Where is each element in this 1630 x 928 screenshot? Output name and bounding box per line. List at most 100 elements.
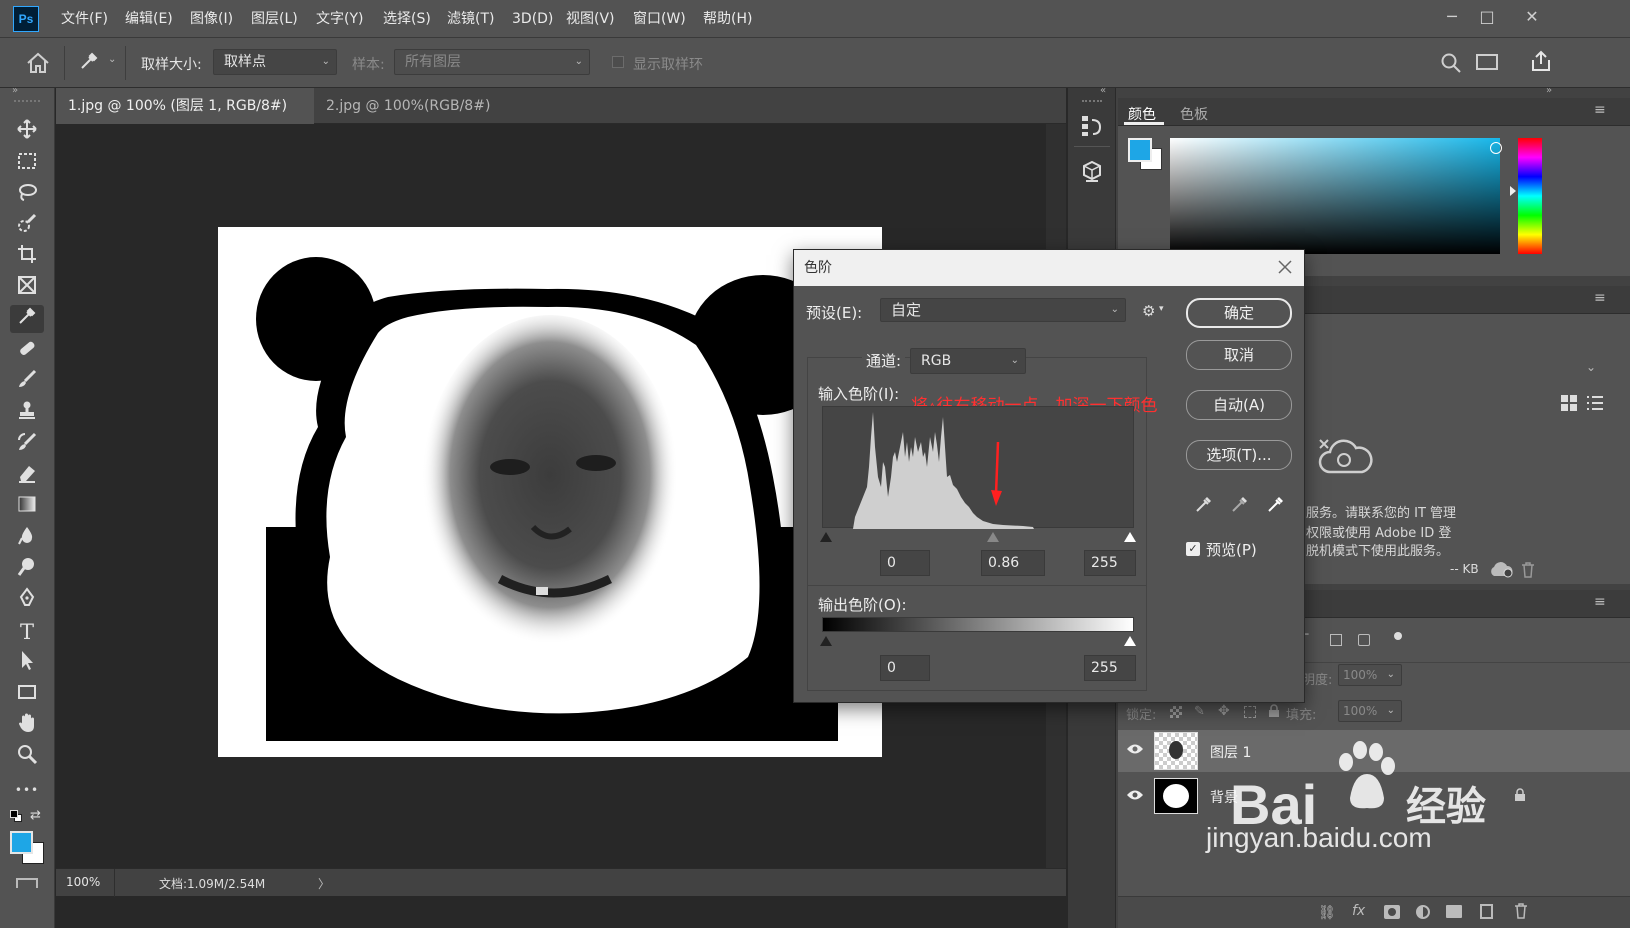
- output-white-slider[interactable]: [1124, 636, 1136, 646]
- close-window-button[interactable]: ✕: [1517, 4, 1547, 30]
- show-ring-checkbox[interactable]: [612, 56, 624, 68]
- tab-color[interactable]: 颜色: [1128, 104, 1156, 124]
- input-black-field[interactable]: 0: [880, 550, 930, 576]
- type-icon[interactable]: T: [10, 618, 44, 646]
- eraser-icon[interactable]: [10, 462, 44, 490]
- menu-file[interactable]: 文件(F): [61, 0, 108, 38]
- quick-mask-icon[interactable]: [16, 878, 38, 888]
- new-layer-icon[interactable]: [1480, 904, 1493, 919]
- zoom-level[interactable]: 100%: [66, 875, 100, 889]
- trash-icon[interactable]: [1521, 562, 1535, 582]
- menu-layer[interactable]: 图层(L): [251, 0, 298, 38]
- panel-menu-icon[interactable]: ≡: [1594, 290, 1606, 306]
- options-button[interactable]: 选项(T)...: [1186, 440, 1292, 470]
- quick-select-icon[interactable]: [10, 212, 44, 240]
- blur-icon[interactable]: [10, 524, 44, 552]
- pen-icon[interactable]: [10, 587, 44, 615]
- delete-layer-icon[interactable]: [1514, 903, 1528, 923]
- layer-row-1[interactable]: 图层 1: [1118, 730, 1630, 772]
- menu-select[interactable]: 选择(S): [383, 0, 431, 38]
- adjustment-icon[interactable]: [1416, 905, 1430, 919]
- lock-all-icon[interactable]: [1268, 704, 1280, 722]
- menu-filter[interactable]: 滤镜(T): [447, 0, 494, 38]
- document-canvas[interactable]: [218, 227, 882, 757]
- history-brush-icon[interactable]: [10, 431, 44, 459]
- link-icon[interactable]: ⛓: [1318, 905, 1336, 921]
- output-white-field[interactable]: 255: [1084, 655, 1136, 681]
- more-icon[interactable]: •••: [10, 776, 44, 804]
- grid-view-icon[interactable]: [1560, 394, 1578, 416]
- rectangle-icon[interactable]: [10, 681, 44, 709]
- close-icon[interactable]: [1276, 258, 1294, 280]
- group-folder-icon[interactable]: [1446, 905, 1462, 918]
- tab-1jpg[interactable]: 1.jpg @ 100% (图层 1, RGB/8#) *✕: [56, 88, 314, 150]
- fill-field[interactable]: 100% ⌄: [1338, 700, 1402, 722]
- menu-window[interactable]: 窗口(W): [633, 0, 686, 38]
- hand-icon[interactable]: [10, 712, 44, 740]
- gear-icon[interactable]: ⚙: [1142, 302, 1155, 320]
- panel-menu-icon[interactable]: ≡: [1594, 594, 1606, 610]
- menu-edit[interactable]: 编辑(E): [125, 0, 173, 38]
- search-icon[interactable]: [1440, 52, 1462, 78]
- collapse-icon[interactable]: »: [12, 85, 18, 96]
- color-field[interactable]: [1170, 138, 1502, 254]
- menu-type[interactable]: 文字(Y): [316, 0, 363, 38]
- fx-icon[interactable]: fx: [1352, 903, 1365, 919]
- gray-point-eyedropper-icon[interactable]: [1230, 494, 1250, 518]
- home-icon[interactable]: [26, 52, 50, 78]
- layer-row-2[interactable]: 背景: [1118, 774, 1630, 816]
- workspace-icon[interactable]: [1476, 54, 1498, 70]
- minimize-button[interactable]: ─: [1437, 4, 1467, 30]
- menu-3d[interactable]: 3D(D): [512, 0, 553, 38]
- panel-menu-icon[interactable]: ≡: [1594, 102, 1606, 118]
- opacity-field[interactable]: 100% ⌄: [1338, 664, 1402, 686]
- channel-dropdown[interactable]: RGB ⌄: [910, 348, 1026, 374]
- path-select-icon[interactable]: [10, 649, 44, 677]
- mask-icon[interactable]: [1384, 905, 1400, 919]
- menu-view[interactable]: 视图(V): [566, 0, 615, 38]
- ok-button[interactable]: 确定: [1186, 298, 1292, 328]
- crop-icon[interactable]: [10, 243, 44, 271]
- auto-button[interactable]: 自动(A): [1186, 390, 1292, 420]
- dodge-icon[interactable]: [10, 556, 44, 584]
- 3d-icon[interactable]: [1080, 160, 1104, 188]
- hue-slider-handle[interactable]: [1510, 186, 1516, 196]
- filter-shape-icon[interactable]: [1330, 634, 1342, 646]
- cloud-sync-icon[interactable]: [1488, 560, 1514, 582]
- lock-artboard-icon[interactable]: [1244, 706, 1256, 718]
- input-black-slider[interactable]: [820, 532, 832, 542]
- lock-transparent-icon[interactable]: [1170, 706, 1182, 718]
- input-white-field[interactable]: 255: [1084, 550, 1136, 576]
- input-white-slider[interactable]: [1124, 532, 1136, 542]
- preview-checkbox[interactable]: ✓: [1186, 542, 1200, 556]
- filter-smart-icon[interactable]: [1358, 634, 1370, 646]
- maximize-button[interactable]: □: [1472, 4, 1502, 30]
- layer-name[interactable]: 背景: [1210, 787, 1238, 807]
- eye-icon[interactable]: [1126, 742, 1144, 760]
- eyedropper-preset-icon[interactable]: [78, 50, 100, 76]
- chevron-down-icon[interactable]: ⌄: [1586, 360, 1596, 374]
- collapse-icon[interactable]: »: [1546, 85, 1552, 96]
- move-icon[interactable]: [10, 118, 44, 146]
- filter-toggle-icon[interactable]: [1394, 632, 1402, 640]
- input-gamma-field[interactable]: 0.86: [981, 550, 1045, 576]
- healing-icon[interactable]: [10, 337, 44, 365]
- output-black-field[interactable]: 0: [880, 655, 930, 681]
- white-point-eyedropper-icon[interactable]: [1266, 494, 1286, 518]
- input-gamma-slider[interactable]: [987, 532, 999, 542]
- list-view-icon[interactable]: [1586, 394, 1604, 416]
- gradient-icon[interactable]: [10, 493, 44, 521]
- menu-help[interactable]: 帮助(H): [703, 0, 752, 38]
- lock-brush-icon[interactable]: ✎: [1194, 704, 1205, 719]
- foreground-color-swatch[interactable]: [10, 831, 33, 854]
- chevron-down-icon[interactable]: ⌄: [108, 54, 116, 65]
- preset-dropdown[interactable]: 自定 ⌄: [880, 298, 1126, 322]
- brush-icon[interactable]: [10, 368, 44, 396]
- zoom-icon[interactable]: [10, 743, 44, 771]
- tab-2jpg[interactable]: 2.jpg @ 100%(RGB/8#) *✕: [314, 88, 518, 150]
- eye-icon[interactable]: [1126, 788, 1144, 806]
- menu-image[interactable]: 图像(I): [190, 0, 233, 38]
- layer-name[interactable]: 图层 1: [1210, 742, 1251, 762]
- tab-swatches[interactable]: 色板: [1180, 104, 1208, 124]
- eyedropper-icon[interactable]: [10, 305, 44, 333]
